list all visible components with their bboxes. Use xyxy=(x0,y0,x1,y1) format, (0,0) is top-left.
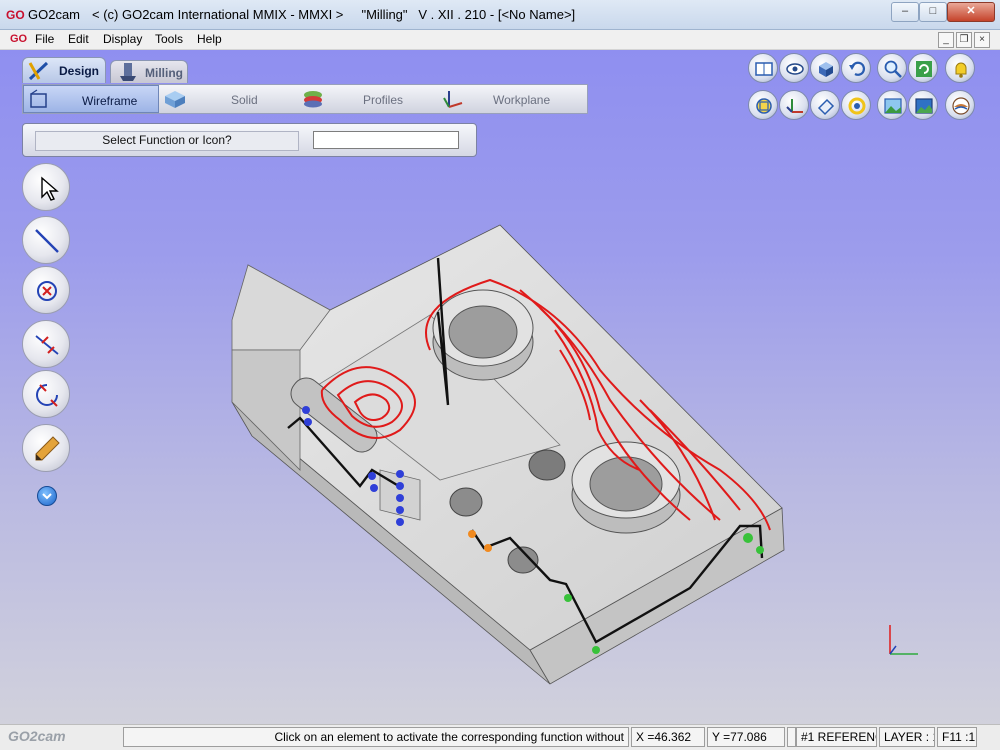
status-divider xyxy=(787,727,796,747)
window-title: < (c) GO2cam International MMIX - MMXI >… xyxy=(92,7,576,22)
mdi-restore-button[interactable]: ❐ xyxy=(956,32,972,48)
status-message: Click on an element to activate the corr… xyxy=(123,727,629,747)
menu-help[interactable]: Help xyxy=(197,32,222,46)
status-bar: GO2cam Click on an element to activate t… xyxy=(0,724,1000,750)
status-x-coordinate: X =46.362 xyxy=(631,727,705,747)
menu-tools[interactable]: Tools xyxy=(155,32,183,46)
mdi-close-button[interactable]: × xyxy=(974,32,990,48)
menu-logo: GO xyxy=(10,33,28,45)
minimize-button[interactable]: – xyxy=(891,2,919,22)
mdi-minimize-button[interactable]: _ xyxy=(938,32,954,48)
menu-file[interactable]: File xyxy=(35,32,54,46)
part-model[interactable] xyxy=(0,50,1000,724)
app-logo: GO xyxy=(6,8,25,22)
menu-edit[interactable]: Edit xyxy=(68,32,89,46)
title-bar: GO GO2cam < (c) GO2cam International MMI… xyxy=(0,0,1000,30)
app-name: GO2cam xyxy=(28,7,81,22)
menu-display[interactable]: Display xyxy=(103,32,142,46)
status-brand: GO2cam xyxy=(8,728,66,744)
status-f11[interactable]: F11 :1 xyxy=(937,727,977,747)
graphics-viewport[interactable]: Design Milling Wireframe Solid Profiles … xyxy=(0,50,1000,724)
status-y-coordinate: Y =77.086 xyxy=(707,727,785,747)
menu-bar: GO File Edit Display Tools Help _ ❐ × xyxy=(0,30,1000,50)
maximize-button[interactable]: □ xyxy=(919,2,947,22)
status-reference[interactable]: #1 REFERENCE xyxy=(796,727,877,747)
close-button[interactable]: ✕ xyxy=(947,2,995,22)
status-layer[interactable]: LAYER : 1 xyxy=(879,727,935,747)
